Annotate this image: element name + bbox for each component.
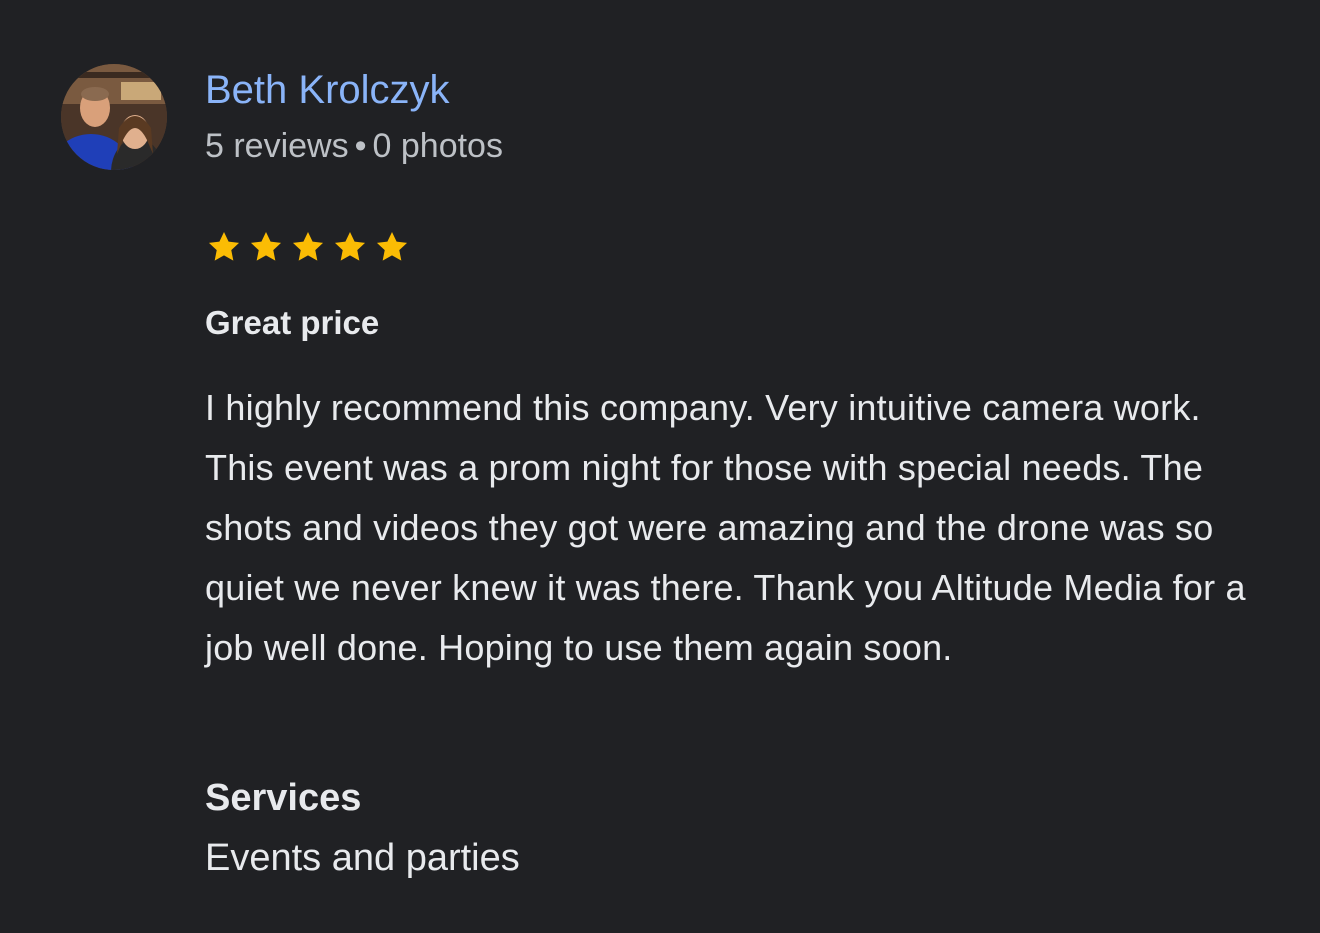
photos-count: 0 photos (372, 127, 503, 165)
reviewer-name-link[interactable]: Beth Krolczyk (205, 64, 450, 116)
meta-separator: • (354, 127, 367, 165)
reviewer-avatar[interactable] (61, 64, 167, 170)
reviews-count: 5 reviews (205, 127, 349, 165)
star-icon (334, 231, 366, 261)
reviewer-stats: 5 reviews • 0 photos (205, 124, 503, 168)
star-icon (292, 231, 324, 261)
star-icon (208, 231, 240, 261)
services-heading: Services (205, 777, 362, 819)
review-card: Beth Krolczyk 5 reviews • 0 photos Great p… (0, 0, 1320, 933)
avatar-photo-icon (61, 64, 167, 170)
review-text: I highly recommend this company. Very in… (205, 387, 1246, 668)
services-value: Events and parties (205, 837, 520, 879)
star-rating (205, 228, 411, 266)
review-title: Great price (205, 304, 380, 341)
star-icon (376, 231, 408, 261)
star-icon (250, 231, 282, 261)
